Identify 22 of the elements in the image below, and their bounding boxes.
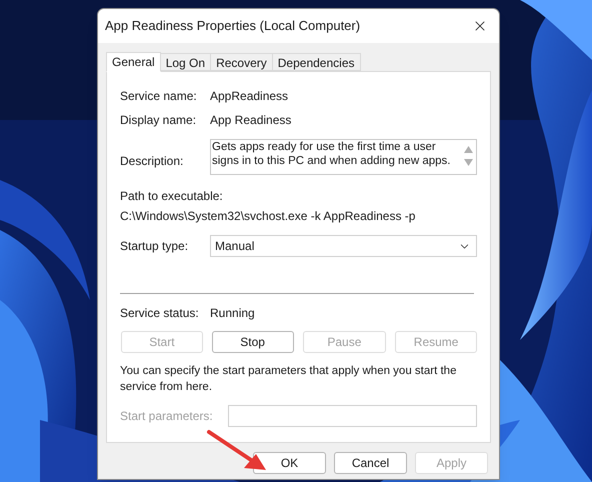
field-value: Running (210, 305, 255, 322)
field-value: AppReadiness (210, 88, 288, 105)
tab[interactable]: General (106, 52, 161, 72)
field-label: Start parameters: (120, 408, 214, 425)
path-label: Path to executable: (120, 188, 224, 205)
hint-text: You can specify the start parameters that apply when you start the service from here. (120, 364, 458, 395)
window-title: App Readiness Properties (Local Computer) (105, 17, 360, 36)
field-label: Service status: (120, 305, 200, 322)
description-field[interactable]: Gets apps ready for use the first time a user signs in to this PC and when adding new apps. (210, 139, 477, 175)
service-button[interactable]: Stop (212, 331, 294, 353)
path-value: C:\Windows\System32\svchost.exe -k AppReadiness -p (120, 208, 416, 225)
tab[interactable]: Dependencies (272, 53, 360, 71)
startup-type-dropdown[interactable]: Manual (210, 235, 477, 257)
field-label: Startup type: (120, 238, 190, 255)
field-label: Service name: (120, 88, 198, 105)
field-value: App Readiness (210, 112, 292, 129)
tab[interactable]: Log On (160, 53, 212, 71)
dialog-button[interactable]: Cancel (334, 452, 407, 474)
field-label: Description: (120, 153, 184, 170)
field-label: Display name: (120, 112, 198, 129)
dialog-button[interactable]: OK (253, 452, 326, 474)
tab[interactable]: Recovery (211, 53, 273, 71)
